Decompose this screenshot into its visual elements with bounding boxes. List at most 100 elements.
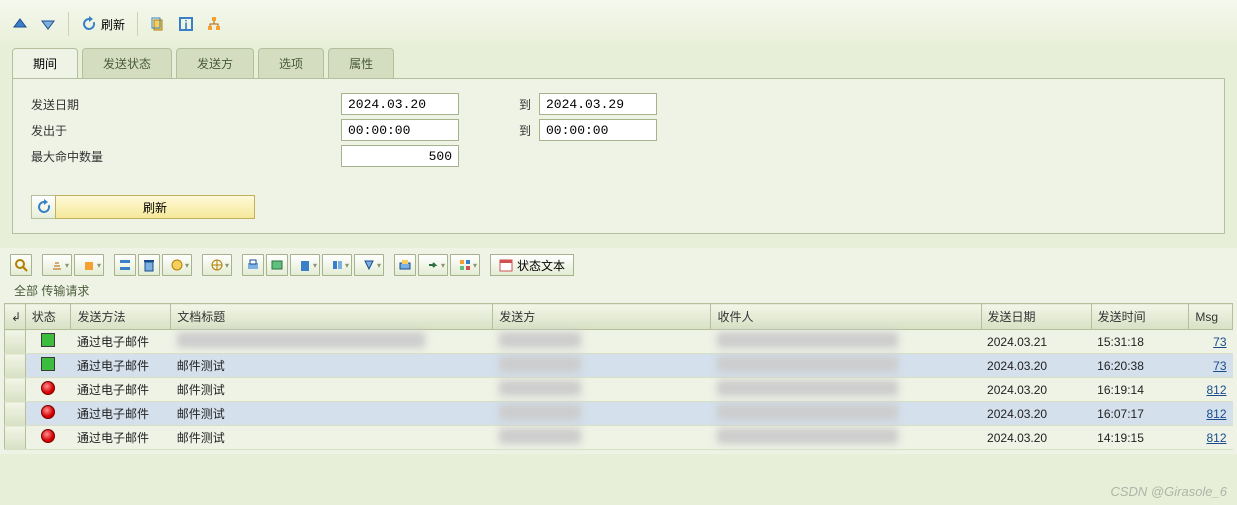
blurred-content	[499, 380, 581, 396]
blurred-content	[717, 404, 898, 420]
sent-at-label: 发出于	[31, 122, 341, 139]
tab-label: 选项	[279, 57, 303, 71]
results-table: ↲ 状态 发送方法 文档标题 发送方 收件人 发送日期 发送时间 Msg 通过电…	[4, 303, 1233, 450]
to-label: 到	[459, 122, 539, 139]
separator	[68, 12, 69, 36]
max-hits-input[interactable]	[341, 145, 459, 167]
time-to-input[interactable]	[539, 119, 657, 141]
cell-time: 15:31:18	[1091, 330, 1189, 354]
tab-label: 属性	[349, 57, 373, 71]
blurred-content	[499, 356, 581, 372]
app-toolbar: 刷新 i	[0, 0, 1237, 48]
cell-date: 2024.03.20	[981, 354, 1091, 378]
status-indicator-icon	[41, 429, 55, 443]
filter-set-icon[interactable]	[114, 254, 136, 276]
blurred-content	[499, 428, 581, 444]
subtotal-icon[interactable]	[202, 254, 232, 276]
sort-asc-icon[interactable]	[42, 254, 72, 276]
table-row[interactable]: 通过电子邮件邮件测试2024.03.2016:07:17812	[5, 402, 1233, 426]
copy-icon[interactable]	[146, 14, 170, 34]
col-status[interactable]: 状态	[25, 304, 71, 330]
col-title[interactable]: 文档标题	[171, 304, 493, 330]
row-selector[interactable]	[5, 330, 26, 354]
cell-sender	[493, 330, 711, 354]
cell-time: 16:20:38	[1091, 354, 1189, 378]
find-icon[interactable]	[394, 254, 416, 276]
cell-time: 16:19:14	[1091, 378, 1189, 402]
refresh-big-button[interactable]: 刷新	[55, 195, 255, 219]
col-sender[interactable]: 发送方	[493, 304, 711, 330]
tab-options[interactable]: 选项	[258, 48, 324, 78]
msg-link[interactable]: 73	[1195, 335, 1227, 349]
row-selector[interactable]	[5, 402, 26, 426]
cell-method: 通过电子邮件	[71, 330, 171, 354]
row-selector[interactable]	[5, 378, 26, 402]
table-header-row: ↲ 状态 发送方法 文档标题 发送方 收件人 发送日期 发送时间 Msg	[5, 304, 1233, 330]
cell-date: 2024.03.21	[981, 330, 1091, 354]
row-selector[interactable]	[5, 426, 26, 450]
status-text-button[interactable]: 状态文本	[490, 254, 574, 276]
cell-date: 2024.03.20	[981, 426, 1091, 450]
refresh-button[interactable]: 刷新	[77, 14, 129, 35]
cell-method: 通过电子邮件	[71, 402, 171, 426]
abc-icon[interactable]	[450, 254, 480, 276]
layout-select-icon[interactable]	[354, 254, 384, 276]
tab-period[interactable]: 期间	[12, 48, 78, 78]
blurred-content	[177, 332, 425, 348]
layout-change-icon[interactable]	[322, 254, 352, 276]
row-selector-header[interactable]: ↲	[5, 304, 26, 330]
cell-sender	[493, 378, 711, 402]
breadcrumb: 全部 传输请求	[0, 278, 1237, 303]
blurred-content	[499, 332, 581, 348]
button-label: 刷新	[143, 199, 167, 216]
cell-sender	[493, 402, 711, 426]
cell-title: 邮件测试	[171, 426, 493, 450]
export-icon[interactable]	[290, 254, 320, 276]
table-row[interactable]: 通过电子邮件邮件测试2024.03.2016:19:14812	[5, 378, 1233, 402]
delete-filter-icon[interactable]	[138, 254, 160, 276]
table-row[interactable]: 通过电子邮件邮件测试2024.03.2014:19:15812	[5, 426, 1233, 450]
watermark: CSDN @Girasole_6	[1110, 484, 1227, 499]
cell-sender	[493, 426, 711, 450]
col-method[interactable]: 发送方法	[71, 304, 171, 330]
svg-text:i: i	[184, 18, 187, 32]
tab-sender[interactable]: 发送方	[176, 48, 254, 78]
cell-recipient	[711, 354, 981, 378]
col-msg[interactable]: Msg	[1189, 304, 1233, 330]
tab-attributes[interactable]: 属性	[328, 48, 394, 78]
cell-recipient	[711, 330, 981, 354]
expand-down-icon[interactable]	[36, 15, 60, 33]
date-to-input[interactable]	[539, 93, 657, 115]
sort-desc-icon[interactable]	[74, 254, 104, 276]
collapse-up-icon[interactable]	[8, 15, 32, 33]
time-from-input[interactable]	[341, 119, 459, 141]
refresh-icon	[81, 16, 97, 32]
cell-msg: 812	[1189, 378, 1233, 402]
msg-link[interactable]: 812	[1195, 407, 1227, 421]
cell-recipient	[711, 402, 981, 426]
table-row[interactable]: 通过电子邮件 2024.03.2115:31:18 73	[5, 330, 1233, 354]
grid-toolbar: 状态文本	[0, 248, 1237, 278]
status-indicator-icon	[41, 381, 55, 395]
blurred-content	[717, 428, 898, 444]
print-icon[interactable]	[242, 254, 264, 276]
total-icon[interactable]	[162, 254, 192, 276]
table-row[interactable]: 通过电子邮件邮件测试2024.03.2016:20:3873	[5, 354, 1233, 378]
col-date[interactable]: 发送日期	[981, 304, 1091, 330]
row-selector[interactable]	[5, 354, 26, 378]
tab-send-status[interactable]: 发送状态	[82, 48, 172, 78]
tab-label: 发送方	[197, 57, 233, 71]
date-from-input[interactable]	[341, 93, 459, 115]
msg-link[interactable]: 73	[1195, 359, 1227, 373]
details-icon[interactable]	[10, 254, 32, 276]
info-icon[interactable]: i	[174, 14, 198, 34]
col-recipient[interactable]: 收件人	[711, 304, 981, 330]
msg-link[interactable]: 812	[1195, 431, 1227, 445]
find-next-icon[interactable]	[418, 254, 448, 276]
col-time[interactable]: 发送时间	[1091, 304, 1189, 330]
tab-label: 期间	[33, 57, 57, 71]
msg-link[interactable]: 812	[1195, 383, 1227, 397]
hierarchy-icon[interactable]	[202, 14, 226, 34]
refresh-icon-button[interactable]	[31, 195, 55, 219]
view-icon[interactable]	[266, 254, 288, 276]
